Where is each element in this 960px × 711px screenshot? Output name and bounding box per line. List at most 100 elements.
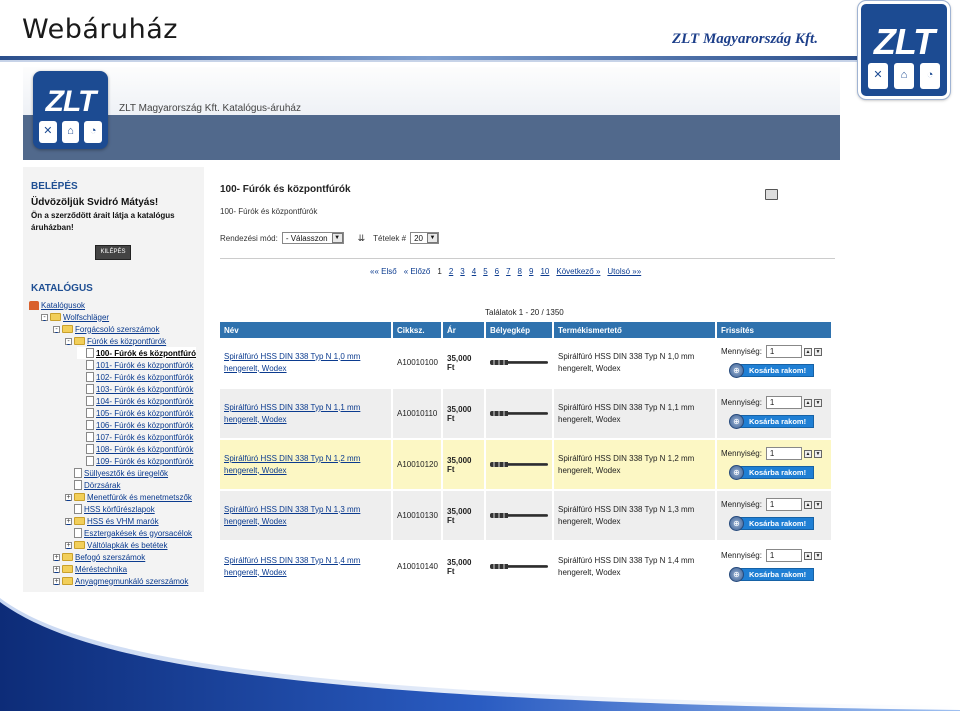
expand-icon[interactable]: + xyxy=(53,553,60,561)
product-name-link[interactable]: Spirálfúró HSS DIN 338 Typ N 1,1 mm heng… xyxy=(224,402,387,426)
tree-item[interactable]: + Menetfúrók és menetmetszők xyxy=(65,491,192,503)
expand-icon[interactable]: + xyxy=(65,541,72,549)
items-per-page-select[interactable]: 20 ▼ xyxy=(410,232,439,244)
pager-page[interactable]: 3 xyxy=(460,267,464,276)
pager-page[interactable]: 9 xyxy=(529,267,533,276)
product-description: Spirálfúró HSS DIN 338 Typ N 1,0 mm heng… xyxy=(558,351,695,373)
sort-select[interactable]: - Válasszon ▼ xyxy=(281,232,344,244)
tree-item[interactable]: 106- Fúrók és központfúrók xyxy=(77,419,193,431)
tree-item[interactable]: - Forgácsoló szerszámok xyxy=(53,323,159,335)
column-header: Frissítés xyxy=(716,322,833,338)
tree-item[interactable]: 105- Fúrók és központfúrók xyxy=(77,407,193,419)
tree-item[interactable]: Esztergakések és gyorsacélok xyxy=(65,527,192,539)
tree-item[interactable]: + Méréstechnika xyxy=(53,563,127,575)
tree-item[interactable]: HSS körfűrészlapok xyxy=(65,503,155,515)
tree-item[interactable]: + HSS és VHM marók xyxy=(65,515,159,527)
collapse-icon[interactable]: - xyxy=(41,313,48,321)
folder-icon xyxy=(62,553,73,561)
product-name-link[interactable]: Spirálfúró HSS DIN 338 Typ N 1,4 mm heng… xyxy=(224,555,387,579)
items-per-page-label: Tételek # xyxy=(373,233,407,243)
add-to-cart-button[interactable]: ⊕ Kosárba rakom! xyxy=(729,363,827,378)
tree-item-label: Menetfúrók és menetmetszők xyxy=(87,492,192,502)
product-name-link[interactable]: Spirálfúró HSS DIN 338 Typ N 1,2 mm heng… xyxy=(224,453,387,477)
quantity-input[interactable]: 1 xyxy=(765,447,802,460)
tree-item-label: HSS és VHM marók xyxy=(87,516,159,526)
increment-icon[interactable]: ▲ xyxy=(803,449,812,458)
tree-item[interactable]: + Váltólapkák és betétek xyxy=(65,539,168,551)
tree-item[interactable]: Süllyesztők és üregelők xyxy=(65,467,168,479)
decrement-icon[interactable]: ▼ xyxy=(813,449,822,458)
tree-item[interactable]: - Wolfschläger xyxy=(41,311,109,323)
tree-item[interactable]: 103- Fúrók és központfúrók xyxy=(77,383,193,395)
drill-thumbnail[interactable] xyxy=(490,411,548,416)
collapse-icon[interactable]: - xyxy=(53,325,60,333)
pager-page[interactable]: 10 xyxy=(540,267,549,276)
drill-thumbnail[interactable] xyxy=(490,513,548,518)
expand-icon[interactable]: + xyxy=(65,493,72,501)
expand-icon[interactable]: + xyxy=(53,565,60,573)
increment-icon[interactable]: ▲ xyxy=(803,398,812,407)
add-to-cart-button[interactable]: ⊕ Kosárba rakom! xyxy=(729,567,827,582)
pagination: «« Első « Előző 1 2 3 4 5 6 7 8 9 10 Következő » … xyxy=(370,267,641,276)
pager-page[interactable]: 8 xyxy=(518,267,522,276)
pager-page[interactable]: 1 xyxy=(437,267,441,276)
tree-item[interactable]: - Fúrók és központfúrók xyxy=(65,335,166,347)
drill-thumbnail[interactable] xyxy=(490,360,548,365)
quantity-input[interactable]: 1 xyxy=(765,498,802,511)
tree-item[interactable]: + Anyagmegmunkáló szerszámok xyxy=(53,575,188,587)
tree-item[interactable]: 100- Fúrók és központfúró xyxy=(77,347,197,359)
product-name-link[interactable]: Spirálfúró HSS DIN 338 Typ N 1,0 mm heng… xyxy=(224,351,387,375)
table-header-row: Név Cikksz. Ár Bélyegkép Termékismertető Fris… xyxy=(220,322,833,338)
sort-order-icon[interactable]: ⇊ xyxy=(358,233,366,244)
pager-first[interactable]: «« Első xyxy=(370,267,397,276)
tree-item-label: 108- Fúrók és központfúrók xyxy=(96,444,194,454)
pager-page[interactable]: 7 xyxy=(506,267,510,276)
pager-page[interactable]: 2 xyxy=(449,267,453,276)
cart-icon: ⊕ xyxy=(729,414,744,429)
add-to-cart-button[interactable]: ⊕ Kosárba rakom! xyxy=(729,516,827,531)
drill-thumbnail[interactable] xyxy=(490,462,548,467)
quantity-input[interactable]: 1 xyxy=(765,396,802,409)
collapse-icon[interactable]: - xyxy=(65,337,72,345)
decrement-icon[interactable]: ▼ xyxy=(813,347,822,356)
doc-icon xyxy=(86,384,94,394)
increment-icon[interactable]: ▲ xyxy=(803,551,812,560)
tree-item[interactable]: Dörzsárak xyxy=(65,479,120,491)
add-to-cart-button[interactable]: ⊕ Kosárba rakom! xyxy=(729,465,827,480)
decrement-icon[interactable]: ▼ xyxy=(813,398,822,407)
decrement-icon[interactable]: ▼ xyxy=(813,500,822,509)
logout-button[interactable]: KILÉPÉS xyxy=(95,245,131,260)
pager-page[interactable]: 5 xyxy=(483,267,487,276)
add-to-cart-button[interactable]: ⊕ Kosárba rakom! xyxy=(729,414,827,429)
quantity-input[interactable]: 1 xyxy=(765,549,802,562)
increment-icon[interactable]: ▲ xyxy=(803,500,812,509)
quantity-control: Mennyiség: 1 ▲ ▼ xyxy=(721,396,827,409)
tree-item[interactable]: 104- Fúrók és központfúrók xyxy=(77,395,193,407)
table-row: Spirálfúró HSS DIN 338 Typ N 1,1 mm heng… xyxy=(220,388,833,440)
catalog-heading: KATALÓGUS xyxy=(31,283,93,294)
pager-prev[interactable]: « Előző xyxy=(404,267,431,276)
print-icon[interactable] xyxy=(765,189,778,200)
tree-item[interactable]: 101- Fúrók és központfúrók xyxy=(77,359,193,371)
drill-thumbnail[interactable] xyxy=(490,564,548,569)
site-logo[interactable]: ZLT ✕ ⌂ ◔ xyxy=(33,71,108,149)
expand-icon[interactable]: + xyxy=(65,517,72,525)
header-band xyxy=(23,115,840,160)
tree-item[interactable]: 107- Fúrók és központfúrók xyxy=(77,431,193,443)
tree-item[interactable]: 108- Fúrók és központfúrók xyxy=(77,443,193,455)
products-table-body: Spirálfúró HSS DIN 338 Typ N 1,0 mm heng… xyxy=(220,338,833,592)
increment-icon[interactable]: ▲ xyxy=(803,347,812,356)
decrement-icon[interactable]: ▼ xyxy=(813,551,822,560)
tree-item[interactable]: 102- Fúrók és központfúrók xyxy=(77,371,193,383)
product-name-link[interactable]: Spirálfúró HSS DIN 338 Typ N 1,3 mm heng… xyxy=(224,504,387,528)
tree-item[interactable]: Katalógusok xyxy=(29,299,85,311)
quantity-input[interactable]: 1 xyxy=(765,345,802,358)
pager-page[interactable]: 4 xyxy=(472,267,476,276)
tree-item-label: Fúrók és központfúrók xyxy=(87,336,167,346)
expand-icon[interactable]: + xyxy=(53,577,60,585)
pager-next[interactable]: Következő » xyxy=(556,267,600,276)
tree-item[interactable]: + Befogó szerszámok xyxy=(53,551,145,563)
pager-page[interactable]: 6 xyxy=(495,267,499,276)
tree-item[interactable]: 109- Fúrók és központfúrók xyxy=(77,455,193,467)
pager-last[interactable]: Utolsó »» xyxy=(607,267,641,276)
